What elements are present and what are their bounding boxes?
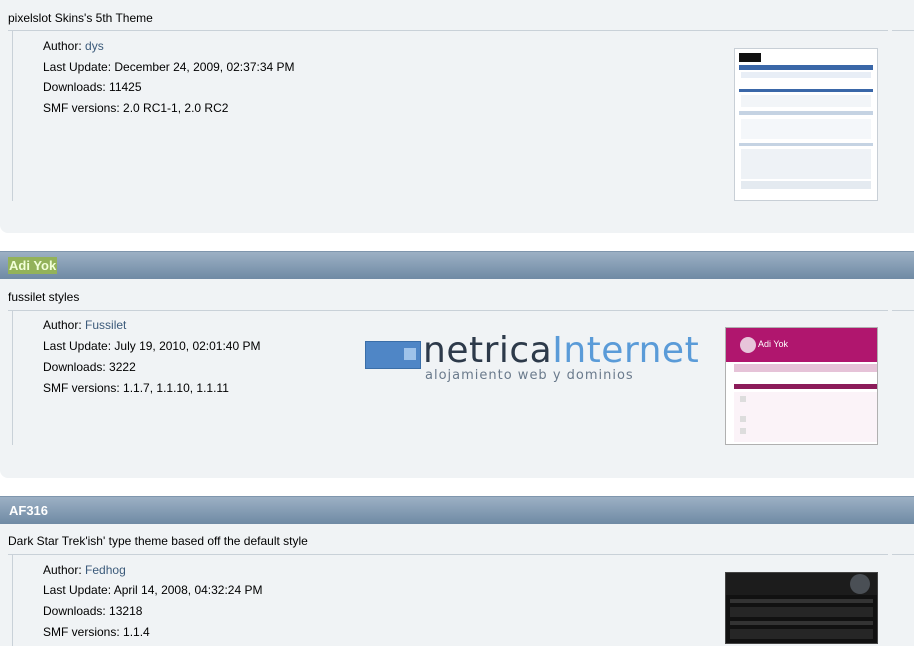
last-update-row: Last Update: December 24, 2009, 02:37:34… <box>43 60 295 74</box>
last-update-value: April 14, 2008, 04:32:24 PM <box>113 583 263 597</box>
smf-versions-label: SMF versions: <box>43 101 120 115</box>
downloads-value: 13218 <box>109 604 143 618</box>
ad-logo-icon <box>365 341 421 369</box>
theme-description: fussilet styles <box>8 290 80 304</box>
downloads-row: Downloads: 13218 <box>43 604 142 618</box>
last-update-label: Last Update: <box>43 339 112 353</box>
author-link[interactable]: dys <box>85 39 104 53</box>
smf-versions-label: SMF versions: <box>43 625 120 639</box>
author-row: Author: Fussilet <box>43 318 126 332</box>
divider <box>892 554 914 555</box>
smf-versions-value: 1.1.4 <box>123 625 150 639</box>
downloads-value: 3222 <box>109 360 136 374</box>
theme-thumbnail[interactable] <box>725 572 878 644</box>
theme-header: Adi Yok <box>0 251 914 279</box>
last-update-row: Last Update: April 14, 2008, 04:32:24 PM <box>43 583 262 597</box>
thumbnail-title: Adi Yok <box>758 339 789 349</box>
theme-thumbnail[interactable]: Adi Yok <box>725 327 878 445</box>
theme-title[interactable]: AF316 <box>8 502 49 519</box>
author-row: Author: Fedhog <box>43 563 126 577</box>
last-update-value: December 24, 2009, 02:37:34 PM <box>114 60 295 74</box>
last-update-value: July 19, 2010, 02:01:40 PM <box>114 339 261 353</box>
smf-versions-value: 2.0 RC1-1, 2.0 RC2 <box>123 101 229 115</box>
ad-brand-light: Internet <box>552 330 700 371</box>
theme-title[interactable]: Adi Yok <box>8 257 58 274</box>
author-link[interactable]: Fedhog <box>85 563 126 577</box>
theme-description: pixelslot Skins's 5th Theme <box>8 11 153 25</box>
ad-brand: netricaInternet <box>423 330 699 371</box>
downloads-value: 11425 <box>109 80 142 94</box>
smf-versions-value: 1.1.7, 1.1.10, 1.1.11 <box>123 381 229 395</box>
author-label: Author: <box>43 318 82 332</box>
author-label: Author: <box>43 39 82 53</box>
last-update-label: Last Update: <box>43 583 112 597</box>
theme-thumbnail[interactable] <box>734 48 878 201</box>
thumbnail-preview: Adi Yok <box>726 328 877 442</box>
theme-header: AF316 <box>0 496 914 524</box>
last-update-row: Last Update: July 19, 2010, 02:01:40 PM <box>43 339 261 353</box>
smf-versions-label: SMF versions: <box>43 381 120 395</box>
author-label: Author: <box>43 563 82 577</box>
downloads-label: Downloads: <box>43 80 106 94</box>
author-row: Author: dys <box>43 39 104 53</box>
thumbnail-preview <box>739 53 873 189</box>
theme-description: Dark Star Trek'ish' type theme based off… <box>8 534 308 548</box>
downloads-label: Downloads: <box>43 604 106 618</box>
downloads-label: Downloads: <box>43 360 106 374</box>
smf-versions-row: SMF versions: 1.1.7, 1.1.10, 1.1.11 <box>43 381 229 395</box>
divider <box>892 30 914 31</box>
ad-brand-dark: netrica <box>423 330 553 371</box>
downloads-row: Downloads: 11425 <box>43 80 142 94</box>
smf-versions-row: SMF versions: 1.1.4 <box>43 625 150 639</box>
last-update-label: Last Update: <box>43 60 112 74</box>
downloads-row: Downloads: 3222 <box>43 360 136 374</box>
divider <box>892 310 914 311</box>
thumbnail-preview <box>726 573 877 639</box>
ad-tagline: alojamiento web y dominios <box>425 368 634 383</box>
smf-versions-row: SMF versions: 2.0 RC1-1, 2.0 RC2 <box>43 101 228 115</box>
ad-banner[interactable]: netricaInternet alojamiento web y domini… <box>365 330 705 390</box>
author-link[interactable]: Fussilet <box>85 318 126 332</box>
